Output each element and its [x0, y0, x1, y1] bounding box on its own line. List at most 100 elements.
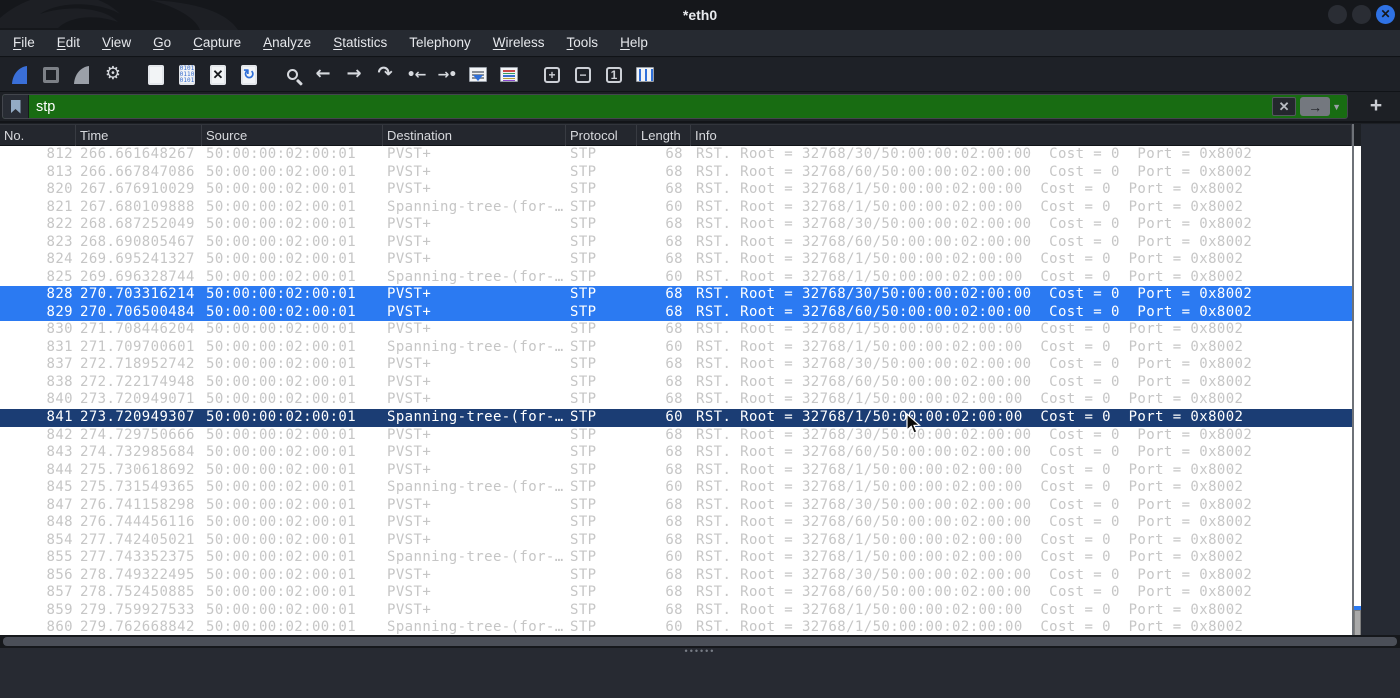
go-back-button[interactable]: ← [309, 61, 337, 89]
cell-dst: Spanning-tree-(for-… [387, 408, 564, 425]
menu-item-file[interactable]: File [2, 30, 46, 56]
save-file-button[interactable]: 0101 0110 0101 [173, 61, 201, 89]
cell-dst: PVST+ [387, 251, 432, 268]
cell-info: RST. Root = 32768/60/50:00:00:02:00:00 C… [696, 373, 1253, 390]
cell-info: RST. Root = 32768/1/50:00:00:02:00:00 Co… [696, 321, 1244, 338]
minimize-button[interactable] [1328, 5, 1347, 24]
packet-row-859[interactable]: 859 279.759927533 50:00:00:02:00:01 PVST+ ST… [0, 602, 1352, 620]
cell-len: 68 [665, 321, 683, 338]
packet-row-842[interactable]: 842 274.729750666 50:00:00:02:00:01 PVST+ ST… [0, 427, 1352, 445]
find-packet-button[interactable] [278, 61, 306, 89]
zoom-out-icon: − [575, 66, 591, 83]
zoom-out-button[interactable]: − [569, 61, 597, 89]
add-filter-button[interactable]: + [1362, 93, 1390, 119]
wireshark-window: *eth0 ✕ File Edit View Go Capture Analyze Stat… [0, 0, 1400, 698]
cell-info: RST. Root = 32768/60/50:00:00:02:00:00 C… [696, 444, 1253, 461]
packet-row-824[interactable]: 824 269.695241327 50:00:00:02:00:01 PVST+ ST… [0, 251, 1352, 269]
menu-item-statistics[interactable]: Statistics [322, 30, 398, 56]
packet-row-856[interactable]: 856 278.749322495 50:00:00:02:00:01 PVST+ ST… [0, 567, 1352, 585]
go-first-packet-button[interactable]: •← [402, 61, 430, 89]
packet-row-825[interactable]: 825 269.696328744 50:00:00:02:00:01 Spannin… [0, 269, 1352, 287]
column-header-info[interactable]: Info [691, 125, 1352, 146]
display-filter-input[interactable]: stp ✕ → ▼ [2, 94, 1348, 119]
stop-capture-button[interactable] [37, 61, 65, 89]
packet-row-829[interactable]: 829 270.706500484 50:00:00:02:00:01 PVST+ ST… [0, 303, 1352, 322]
packet-row-830[interactable]: 830 271.708446204 50:00:00:02:00:01 PVST+ ST… [0, 321, 1352, 339]
column-header-source[interactable]: Source [202, 125, 383, 146]
resize-columns-button[interactable] [631, 61, 659, 89]
packet-row-821[interactable]: 821 267.680109888 50:00:00:02:00:01 Spannin… [0, 199, 1352, 217]
menu-item-capture[interactable]: Capture [182, 30, 252, 56]
cell-proto: STP [570, 496, 597, 513]
menu-item-tools[interactable]: Tools [556, 30, 610, 56]
cell-dst: Spanning-tree-(for-… [387, 198, 564, 215]
auto-scroll-button[interactable] [464, 61, 492, 89]
packet-row-841[interactable]: 841 273.720949307 50:00:00:02:00:01 Spannin… [0, 408, 1352, 427]
packet-row-837[interactable]: 837 272.718952742 50:00:00:02:00:01 PVST+ ST… [0, 356, 1352, 374]
cell-info: RST. Root = 32768/60/50:00:00:02:00:00 C… [696, 303, 1253, 320]
go-forward-button[interactable]: → [340, 61, 368, 89]
packet-row-822[interactable]: 822 268.687252049 50:00:00:02:00:01 PVST+ ST… [0, 216, 1352, 234]
cell-info: RST. Root = 32768/30/50:00:00:02:00:00 C… [696, 146, 1253, 162]
packet-row-848[interactable]: 848 276.744456116 50:00:00:02:00:01 PVST+ ST… [0, 514, 1352, 532]
go-to-packet-button[interactable]: ↷ [371, 61, 399, 89]
cell-proto: STP [570, 391, 597, 408]
cell-len: 68 [665, 233, 683, 250]
packet-row-823[interactable]: 823 268.690805467 50:00:00:02:00:01 PVST+ ST… [0, 234, 1352, 252]
packet-row-828[interactable]: 828 270.703316214 50:00:00:02:00:01 PVST+ ST… [0, 286, 1352, 304]
filter-bookmark-button[interactable] [3, 95, 29, 118]
packet-row-857[interactable]: 857 278.752450885 50:00:00:02:00:01 PVST+ ST… [0, 584, 1352, 602]
close-button[interactable]: ✕ [1376, 5, 1395, 24]
capture-options-button[interactable]: ⚙ [99, 61, 127, 89]
close-file-button[interactable]: ✕ [204, 61, 232, 89]
pane-splitter[interactable]: •••••• [0, 647, 1400, 656]
cell-dst: PVST+ [387, 444, 432, 461]
open-file-button[interactable] [142, 61, 170, 89]
filter-dropdown-caret-icon[interactable]: ▼ [1332, 102, 1341, 112]
restart-capture-button[interactable] [68, 61, 96, 89]
column-header-time[interactable]: Time [76, 125, 202, 146]
cell-time: 270.706500484 [80, 303, 195, 320]
filter-clear-icon[interactable]: ✕ [1272, 97, 1297, 116]
menu-item-analyze[interactable]: Analyze [252, 30, 322, 56]
filter-value[interactable]: stp [29, 99, 1272, 115]
menu-item-go[interactable]: Go [142, 30, 182, 56]
bookmark-icon [10, 99, 21, 114]
packet-row-845[interactable]: 845 275.731549365 50:00:00:02:00:01 Spannin… [0, 479, 1352, 497]
go-last-packet-button[interactable]: →• [433, 61, 461, 89]
packet-row-812[interactable]: 812 266.661648267 50:00:00:02:00:01 PVST+ ST… [0, 146, 1352, 164]
packet-row-831[interactable]: 831 271.709700601 50:00:00:02:00:01 Spannin… [0, 339, 1352, 357]
column-header-no[interactable]: No. [0, 125, 76, 146]
zoom-100-button[interactable]: 1 [600, 61, 628, 89]
packet-row-843[interactable]: 843 274.732985684 50:00:00:02:00:01 PVST+ ST… [0, 444, 1352, 462]
maximize-button[interactable] [1352, 5, 1371, 24]
column-header-protocol[interactable]: Protocol [566, 125, 637, 146]
menu-item-view[interactable]: View [91, 30, 142, 56]
column-header-destination[interactable]: Destination [383, 125, 566, 146]
menu-item-telephony[interactable]: Telephony [398, 30, 482, 56]
packet-row-844[interactable]: 844 275.730618692 50:00:00:02:00:01 PVST+ ST… [0, 462, 1352, 480]
column-header-length[interactable]: Length [637, 125, 691, 146]
filter-apply-icon[interactable]: → [1300, 97, 1331, 116]
horizontal-scrollbar-thumb[interactable] [3, 637, 1397, 646]
packet-row-838[interactable]: 838 272.722174948 50:00:00:02:00:01 PVST+ ST… [0, 374, 1352, 392]
packet-row-813[interactable]: 813 266.667847086 50:00:00:02:00:01 PVST+ ST… [0, 164, 1352, 182]
packet-row-840[interactable]: 840 273.720949071 50:00:00:02:00:01 PVST+ ST… [0, 391, 1352, 409]
menu-item-edit[interactable]: Edit [46, 30, 91, 56]
zoom-in-button[interactable]: + [538, 61, 566, 89]
packet-row-847[interactable]: 847 276.741158298 50:00:00:02:00:01 PVST+ ST… [0, 497, 1352, 515]
menu-item-help[interactable]: Help [609, 30, 659, 56]
menu-item-wireless[interactable]: Wireless [482, 30, 556, 56]
cell-proto: STP [570, 356, 597, 373]
vertical-scrollbar-thumb[interactable] [1354, 610, 1361, 637]
packet-row-855[interactable]: 855 277.743352375 50:00:00:02:00:01 Spannin… [0, 549, 1352, 567]
start-capture-button[interactable] [6, 61, 34, 89]
vertical-scrollbar[interactable] [1354, 146, 1361, 637]
packet-row-854[interactable]: 854 277.742405021 50:00:00:02:00:01 PVST+ ST… [0, 532, 1352, 550]
cell-len: 68 [665, 566, 683, 583]
cell-info: RST. Root = 32768/30/50:00:00:02:00:00 C… [696, 496, 1253, 513]
reload-file-button[interactable]: ↻ [235, 61, 263, 89]
colorize-button[interactable] [495, 61, 523, 89]
packet-row-820[interactable]: 820 267.676910029 50:00:00:02:00:01 PVST+ ST… [0, 181, 1352, 199]
cell-no: 841 [46, 408, 73, 425]
